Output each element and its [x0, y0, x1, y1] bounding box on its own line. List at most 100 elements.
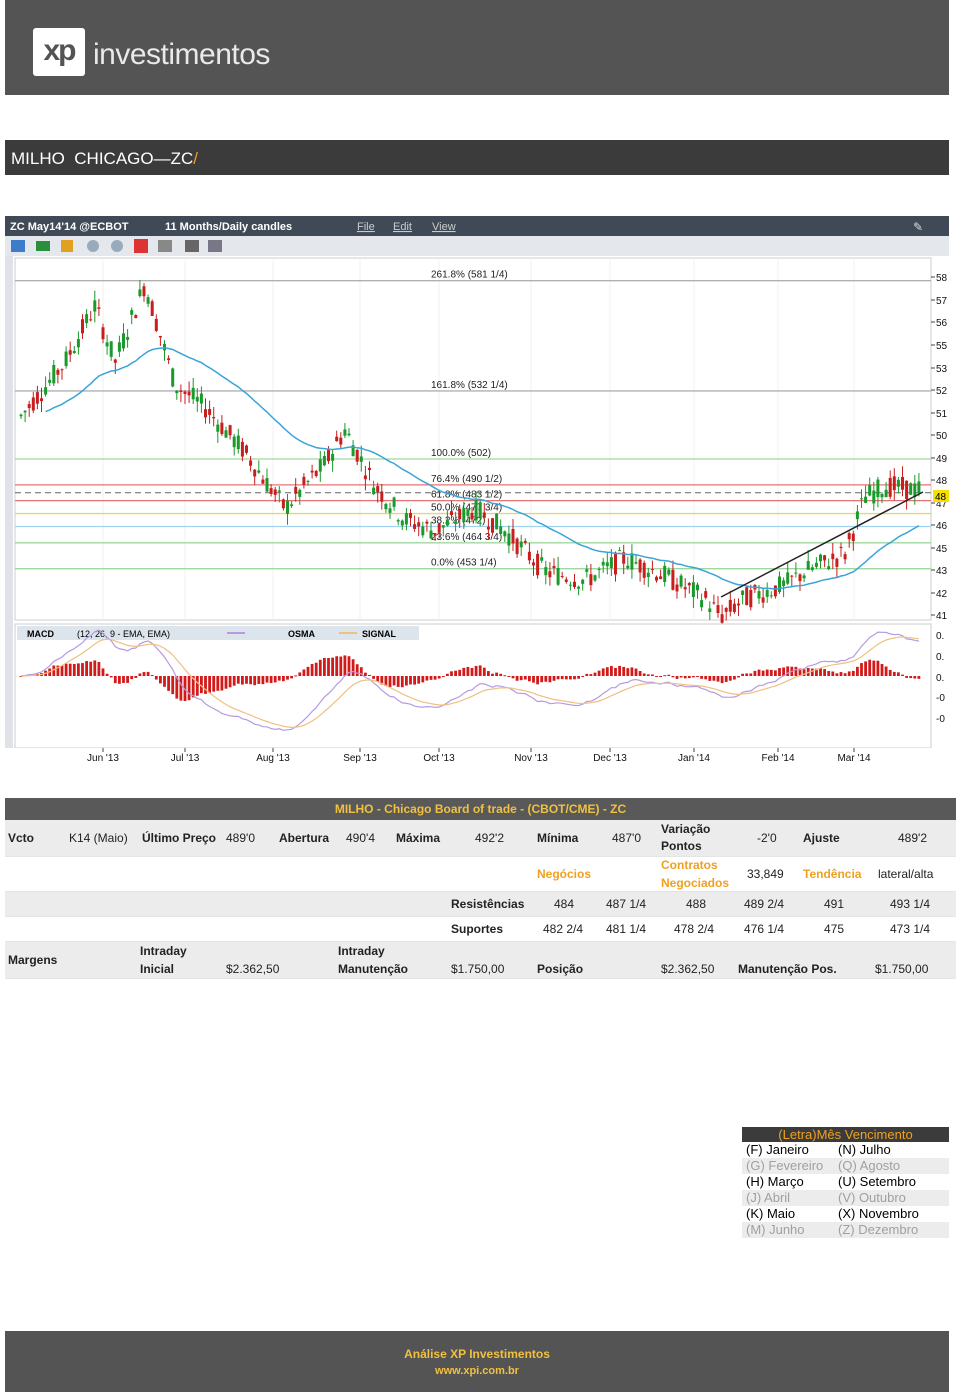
macd-bar — [901, 674, 904, 676]
y-tick-label: 56 — [936, 318, 948, 329]
macd-bar — [187, 676, 191, 701]
candle-body — [626, 565, 630, 569]
macd-bar — [478, 665, 482, 676]
hand-icon[interactable] — [185, 240, 199, 252]
fib-label: 161.8% (532 1/4) — [431, 380, 508, 391]
page-title: MILHO CHICAGO—ZC/ — [11, 149, 198, 169]
macd-bar — [109, 676, 113, 678]
candle-body — [154, 318, 158, 331]
menu-edit[interactable]: Edit — [393, 221, 412, 233]
contratos-label-1: Contratos — [661, 858, 718, 872]
y-tick-label: 51 — [936, 409, 948, 420]
macd-bar — [646, 674, 650, 676]
quote-row-suportes: Suportes 482 2/4 481 1/4 478 2/4 476 1/4… — [5, 917, 956, 942]
margens-label: Margens — [8, 953, 58, 967]
candle-body — [523, 541, 527, 543]
candle-body — [798, 574, 802, 582]
candle-body — [179, 390, 183, 392]
menu-file[interactable]: File — [357, 221, 375, 233]
macd-bar — [536, 676, 539, 685]
candle-body — [511, 528, 515, 544]
candle-body — [199, 393, 203, 404]
candle-body — [458, 508, 462, 520]
macd-bar — [778, 668, 781, 676]
candle-body — [392, 497, 396, 507]
draw-tool-icon[interactable] — [61, 240, 73, 252]
candle-body — [171, 368, 175, 387]
candle-body — [265, 478, 269, 492]
candle-body — [81, 319, 84, 334]
candle-body — [872, 490, 876, 504]
y-tick-label: 43 — [936, 566, 948, 577]
candle-body — [208, 408, 212, 415]
macd-bar — [232, 676, 236, 686]
y-tick-label: 57 — [936, 296, 948, 307]
macd-bar — [261, 676, 265, 685]
macd-bar — [458, 669, 462, 676]
resistencia-5: 491 — [824, 897, 845, 911]
macd-bar — [273, 676, 277, 683]
macd-bar — [105, 673, 109, 676]
months-row: (H) Março (U) Setembro — [742, 1174, 949, 1190]
candle-body — [249, 460, 253, 466]
fib-label: 23.6% (464 3/4) — [431, 532, 502, 543]
fib-label: 261.8% (581 1/4) — [431, 270, 508, 281]
macd-tick-label: -0 — [936, 714, 945, 725]
macd-tick-label: -0 — [936, 693, 945, 704]
macd-bar — [392, 676, 396, 686]
link-icon[interactable] — [208, 240, 222, 252]
candle-body — [404, 513, 408, 525]
macd-bar — [593, 672, 597, 676]
quote-table: MILHO - Chicago Board of trade - (CBOT/C… — [5, 798, 956, 979]
macd-bar — [708, 676, 712, 681]
macd-bar — [679, 676, 683, 678]
candle-body — [433, 533, 437, 536]
select-tool-icon[interactable] — [11, 240, 25, 252]
quote-row-resistencias: Resistências 484 487 1/4 488 489 2/4 491… — [5, 892, 956, 917]
suporte-1: 482 2/4 — [543, 922, 584, 936]
macd-bar — [577, 676, 580, 679]
candle-body — [113, 359, 117, 363]
macd-bar — [113, 676, 117, 684]
menu-view[interactable]: View — [432, 221, 456, 233]
macd-bar — [810, 668, 814, 676]
chart-symbol[interactable]: ZC May14'14 @ECBOT — [10, 221, 129, 233]
left-scroll-strip[interactable] — [5, 256, 13, 764]
y-tick-label: 49 — [936, 454, 948, 465]
candle-body — [450, 511, 453, 515]
wrench-icon[interactable]: ✎ — [913, 220, 923, 234]
month-n: (N) Julho — [838, 1142, 891, 1157]
zoom-out-icon[interactable] — [111, 240, 123, 252]
macd-bar — [560, 676, 564, 680]
candle-body — [769, 595, 773, 597]
macd-bar — [417, 676, 421, 684]
resistencia-3: 488 — [686, 897, 707, 911]
candle-body — [138, 289, 142, 297]
candle-body — [745, 587, 749, 606]
cursor-icon[interactable] — [158, 240, 172, 252]
footer-url[interactable]: www.xpi.com.br — [5, 1365, 949, 1377]
candle-body — [273, 489, 277, 495]
month-u: (U) Setembro — [838, 1174, 917, 1189]
crosshair-icon[interactable] — [134, 239, 148, 253]
macd-bar — [667, 674, 671, 676]
chart-period[interactable]: 11 Months/Daily candles — [165, 221, 292, 233]
macd-bar — [236, 676, 240, 684]
months-row: (K) Maio (X) Novembro — [742, 1206, 949, 1222]
candle-body — [864, 496, 868, 503]
candle-body — [466, 509, 470, 516]
candle-body — [85, 314, 89, 324]
zoom-in-icon[interactable] — [87, 240, 99, 252]
candle-body — [400, 520, 404, 526]
macd-bar — [253, 676, 257, 686]
candle-body — [765, 590, 769, 597]
candle-body — [269, 488, 273, 494]
suporte-5: 475 — [824, 922, 845, 936]
bars-tool-icon[interactable] — [36, 241, 50, 251]
macd-bar — [64, 663, 68, 676]
candle-body — [593, 575, 597, 581]
candle-body — [294, 487, 298, 494]
xp-logo: xp — [33, 28, 85, 76]
candle-body — [614, 552, 617, 575]
macd-tick-label: 0. — [936, 631, 944, 642]
